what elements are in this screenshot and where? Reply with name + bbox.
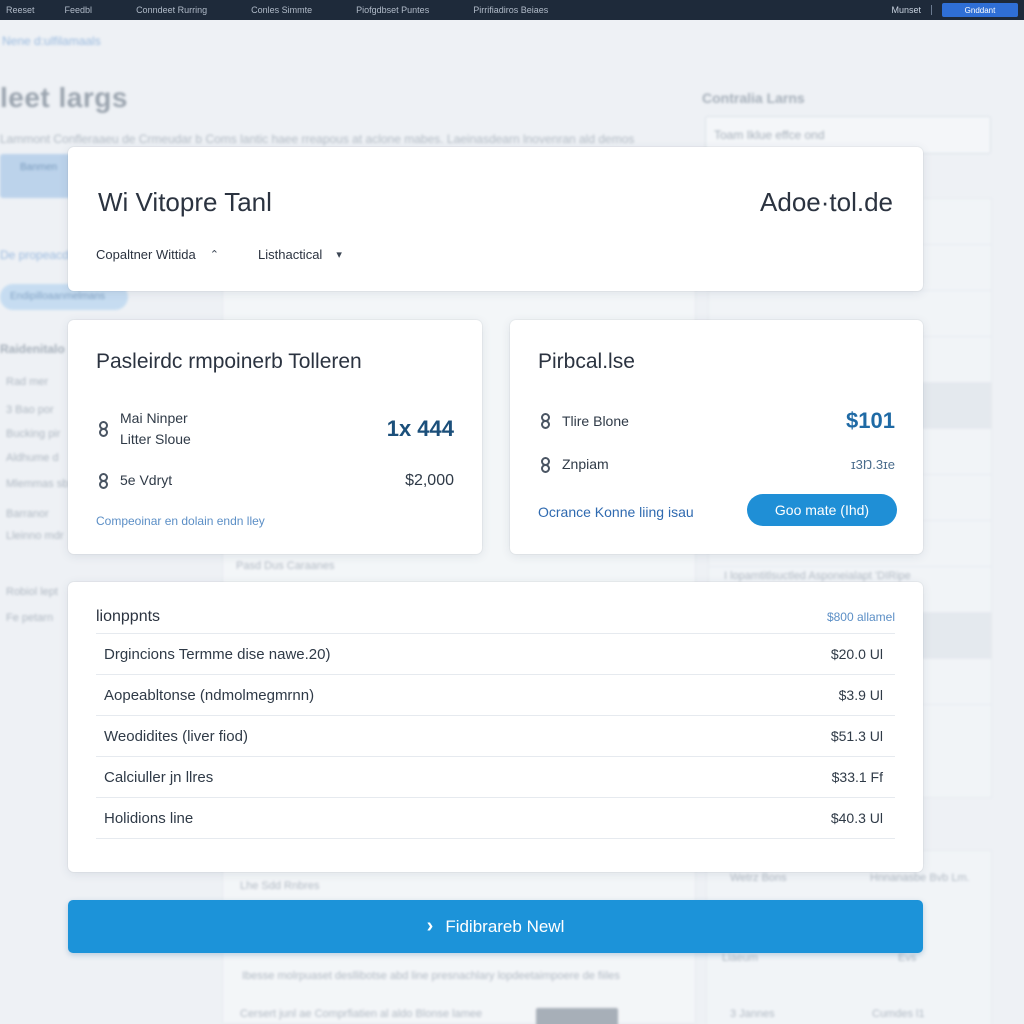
row-label: Znpiam	[562, 456, 609, 472]
link-chain-icon	[96, 471, 110, 491]
header-card: Wi Vitopre Tanl Adoe·tol.de Copaltner Wi…	[68, 147, 923, 291]
line-items-table: lionppnts $800 allamel Drgincions Termme…	[68, 582, 923, 872]
summary-row: Tlire Blone $101	[538, 408, 895, 434]
row-value: $101	[846, 408, 895, 433]
table-title: lionppnts	[96, 607, 161, 625]
table-row[interactable]: Aopeabltonse (ndmolmegmrnn) $3.9 Ul	[96, 675, 895, 716]
background-button[interactable]	[536, 1008, 618, 1024]
chevron-right-icon: ›	[426, 915, 434, 937]
cta-label: Fidibrareb Newl	[445, 916, 565, 936]
row-price: $20.0 Ul	[830, 646, 883, 662]
breadcrumb[interactable]: Nene d:ulfilamaals	[2, 34, 101, 48]
row-name: Aopeabltonse (ndmolmegmrnn)	[104, 686, 315, 704]
filter-option[interactable]: Lleinno mdr	[6, 530, 63, 542]
background-link[interactable]: De propeacdl	[0, 248, 71, 262]
nav-account-link[interactable]: Munset	[891, 5, 921, 15]
row-name: Weodidites (liver fiod)	[104, 727, 248, 745]
filter-option[interactable]: Robiol lept	[6, 586, 58, 598]
dropdown-partner[interactable]: Copaltner Wittida ⌃	[96, 247, 219, 262]
filter-option[interactable]: Barranor	[6, 508, 49, 520]
chevron-down-icon: ▾	[336, 249, 342, 261]
background-text: Cumdes l1	[872, 1008, 925, 1020]
brand-logo-text: Adoe·tol.de	[760, 187, 893, 217]
dropdown-list[interactable]: Listhactical ▾	[258, 247, 342, 262]
top-nav-bar: Reeset Feedbl Conndeet Rurring Conles Si…	[0, 0, 1024, 20]
table-row[interactable]: Weodidites (liver fiod) $51.3 Ul	[96, 716, 895, 757]
summary-card-left: Pasleirdc rmpoinerb Tolleren Mai Ninper …	[68, 320, 482, 554]
row-label: 5e Vdryt	[120, 472, 173, 488]
background-text: Evs	[898, 952, 917, 964]
row-price: $3.9 Ul	[838, 687, 883, 703]
row-price: $33.1 Ff	[831, 769, 883, 785]
link-chain-icon	[538, 411, 552, 431]
nav-item[interactable]: Conndeet Rurring	[136, 5, 207, 15]
filter-option[interactable]: Aldhume d	[6, 452, 59, 464]
summary-row: Znpiam ɪ3Ŋ.3ɪe	[538, 454, 895, 475]
background-text: Hnnanasbe Bvb Lm.	[870, 872, 970, 884]
filters-title: Raidenitalo	[0, 342, 65, 356]
dropdown-label: Copaltner Wittida	[96, 247, 196, 262]
nav-right-group: Munset Gnddant	[891, 3, 1018, 17]
link-chain-icon	[96, 419, 110, 439]
row-name: Holidions line	[104, 809, 194, 827]
row-label: Mai Ninper Litter Sloue	[120, 410, 191, 447]
filter-option[interactable]: Rad mer	[6, 376, 48, 388]
promo-button[interactable]: Goo mate (Ihd)	[747, 494, 897, 526]
nav-item[interactable]: Pirrifiadiros Beiaes	[473, 5, 548, 15]
row-price: $40.3 Ul	[830, 810, 883, 826]
table-total-link[interactable]: $800 allamel	[827, 610, 895, 624]
background-text: I lopamtitlsuctled Asponeialapt 'DIRipe	[724, 570, 911, 582]
nav-item[interactable]: Feedbl	[65, 5, 93, 15]
chevron-up-icon: ⌃	[209, 249, 219, 261]
filter-option[interactable]: Fe petarn	[6, 612, 53, 624]
row-price: $51.3 Ul	[830, 728, 883, 744]
card-title: Wi Vitopre Tanl	[98, 187, 272, 217]
card-title: Pirbcal.lse	[538, 350, 635, 373]
background-pill-button[interactable]: Banmen	[0, 154, 72, 198]
card-title: Pasleirdc rmpoinerb Tolleren	[96, 350, 362, 373]
background-text: Wetrz Bons	[730, 872, 787, 884]
promo-link[interactable]: Ocrance Konne liing isau	[538, 504, 694, 520]
page-description: Lammont Confleraaeu de Crmeudar b Coms l…	[0, 132, 635, 146]
background-text: Cersert junl ae Comprfiatien al aldo Blo…	[240, 1008, 483, 1020]
background-text: 3 Jannes	[730, 1008, 775, 1020]
nav-item[interactable]: Reeset	[6, 5, 35, 15]
summary-card-right: Pirbcal.lse Tlire Blone $101 Znpiam ɪ3Ŋ.…	[510, 320, 923, 554]
row-name: Calciuller jn llres	[104, 768, 214, 786]
nav-action-button[interactable]: Gnddant	[942, 3, 1018, 17]
table-row[interactable]: Drgincions Termme dise nawe.20) $20.0 Ul	[96, 634, 895, 675]
background-text: Ibesse molrpuaset desllibotse abd line p…	[242, 970, 620, 982]
table-header: lionppnts $800 allamel	[96, 600, 895, 634]
background-text: Lhe Sdd Rnbres	[240, 880, 320, 892]
row-value: ɪ3Ŋ.3ɪe	[851, 457, 895, 472]
background-text: Pasd Dus Caraanes	[236, 560, 335, 572]
side-panel-title: Contralia Larns	[702, 90, 805, 106]
summary-row: Mai Ninper Litter Sloue 1x 444	[96, 408, 454, 450]
row-value: $2,000	[405, 471, 454, 489]
dropdown-label: Listhactical	[258, 247, 323, 262]
row-value: 1x 444	[386, 416, 454, 441]
nav-divider	[931, 5, 932, 15]
link-chain-icon	[538, 455, 552, 475]
background-text: Liaeum	[722, 952, 759, 964]
table-row[interactable]: Holidions line $40.3 Ul	[96, 798, 895, 839]
nav-item[interactable]: Conles Simmte	[251, 5, 312, 15]
nav-item[interactable]: Piofgdbset Puntes	[356, 5, 429, 15]
filter-option[interactable]: Mlemmas sb	[6, 478, 68, 490]
summary-row: 5e Vdryt $2,000	[96, 470, 454, 491]
filter-option[interactable]: 3 Bao por	[6, 404, 54, 416]
card-footnote-link[interactable]: Compeoinar en dolain endn lley	[96, 514, 265, 528]
row-name: Drgincions Termme dise nawe.20)	[104, 645, 331, 663]
page-heading: leet largs	[0, 82, 128, 113]
primary-cta-button[interactable]: › Fidibrareb Newl	[68, 900, 923, 953]
table-row[interactable]: Calciuller jn llres $33.1 Ff	[96, 757, 895, 798]
row-label: Tlire Blone	[562, 412, 629, 429]
filter-option[interactable]: Bucking pir	[6, 428, 60, 440]
